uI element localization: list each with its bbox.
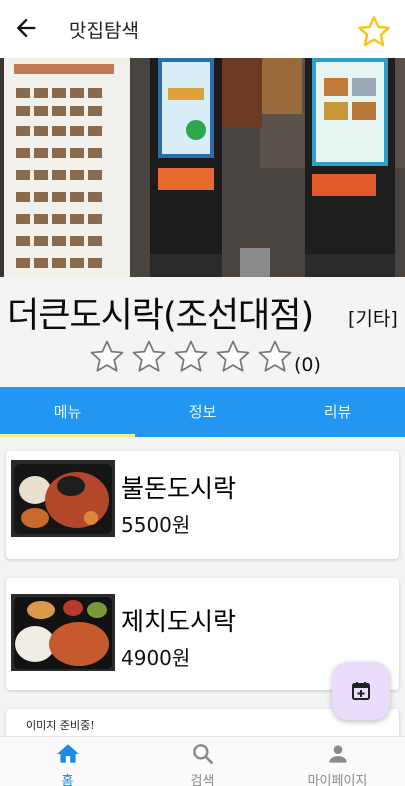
- image-placeholder-text: 이미지 준비중!: [26, 719, 95, 732]
- nav-mypage-label: 마이페이지: [307, 774, 368, 786]
- star-empty-icon[interactable]: [172, 338, 210, 376]
- menu-item-name: 제치도시락: [121, 607, 237, 636]
- tab-menu[interactable]: 메뉴: [0, 387, 135, 437]
- home-icon: [56, 744, 79, 763]
- favorite-button[interactable]: [356, 14, 392, 50]
- star-empty-icon[interactable]: [88, 338, 126, 376]
- menu-item-price: 5500원: [121, 513, 191, 537]
- search-icon: [192, 744, 213, 764]
- person-icon: [328, 745, 347, 763]
- star-outline-icon: [358, 16, 390, 47]
- review-count: (0): [294, 354, 321, 376]
- store-photo: [0, 58, 405, 277]
- tab-info[interactable]: 정보: [135, 387, 270, 437]
- nav-home-label: 홈: [61, 774, 74, 786]
- arrow-left-icon: [16, 18, 36, 38]
- tab-bar: 메뉴 정보 리뷰: [0, 387, 405, 437]
- star-empty-icon[interactable]: [214, 338, 252, 376]
- menu-card[interactable]: 불돈도시락 5500원: [6, 451, 399, 559]
- nav-mypage[interactable]: 마이페이지: [270, 737, 405, 786]
- nav-home[interactable]: 홈: [0, 737, 135, 786]
- menu-item-name: 불돈도시락: [121, 474, 237, 503]
- star-rating[interactable]: [88, 337, 298, 377]
- star-empty-icon[interactable]: [256, 338, 294, 376]
- app-bar: 맛집탐색: [0, 0, 405, 58]
- nav-search[interactable]: 검색: [135, 737, 270, 786]
- page-title: 맛집탐색: [69, 20, 139, 42]
- bottom-navigation: 홈 검색 마이페이지: [0, 736, 405, 786]
- calendar-add-icon: [352, 682, 370, 700]
- tab-reviews[interactable]: 리뷰: [270, 387, 405, 437]
- store-category: [기타]: [348, 308, 398, 330]
- menu-photo: [11, 460, 115, 537]
- nav-search-label: 검색: [190, 774, 215, 786]
- store-name: 더큰도시락(조선대점): [7, 296, 314, 336]
- menu-item-price: 4900원: [121, 646, 191, 670]
- add-reservation-button[interactable]: [332, 662, 390, 720]
- back-button[interactable]: [12, 14, 40, 42]
- menu-photo: [11, 594, 115, 671]
- star-empty-icon[interactable]: [130, 338, 168, 376]
